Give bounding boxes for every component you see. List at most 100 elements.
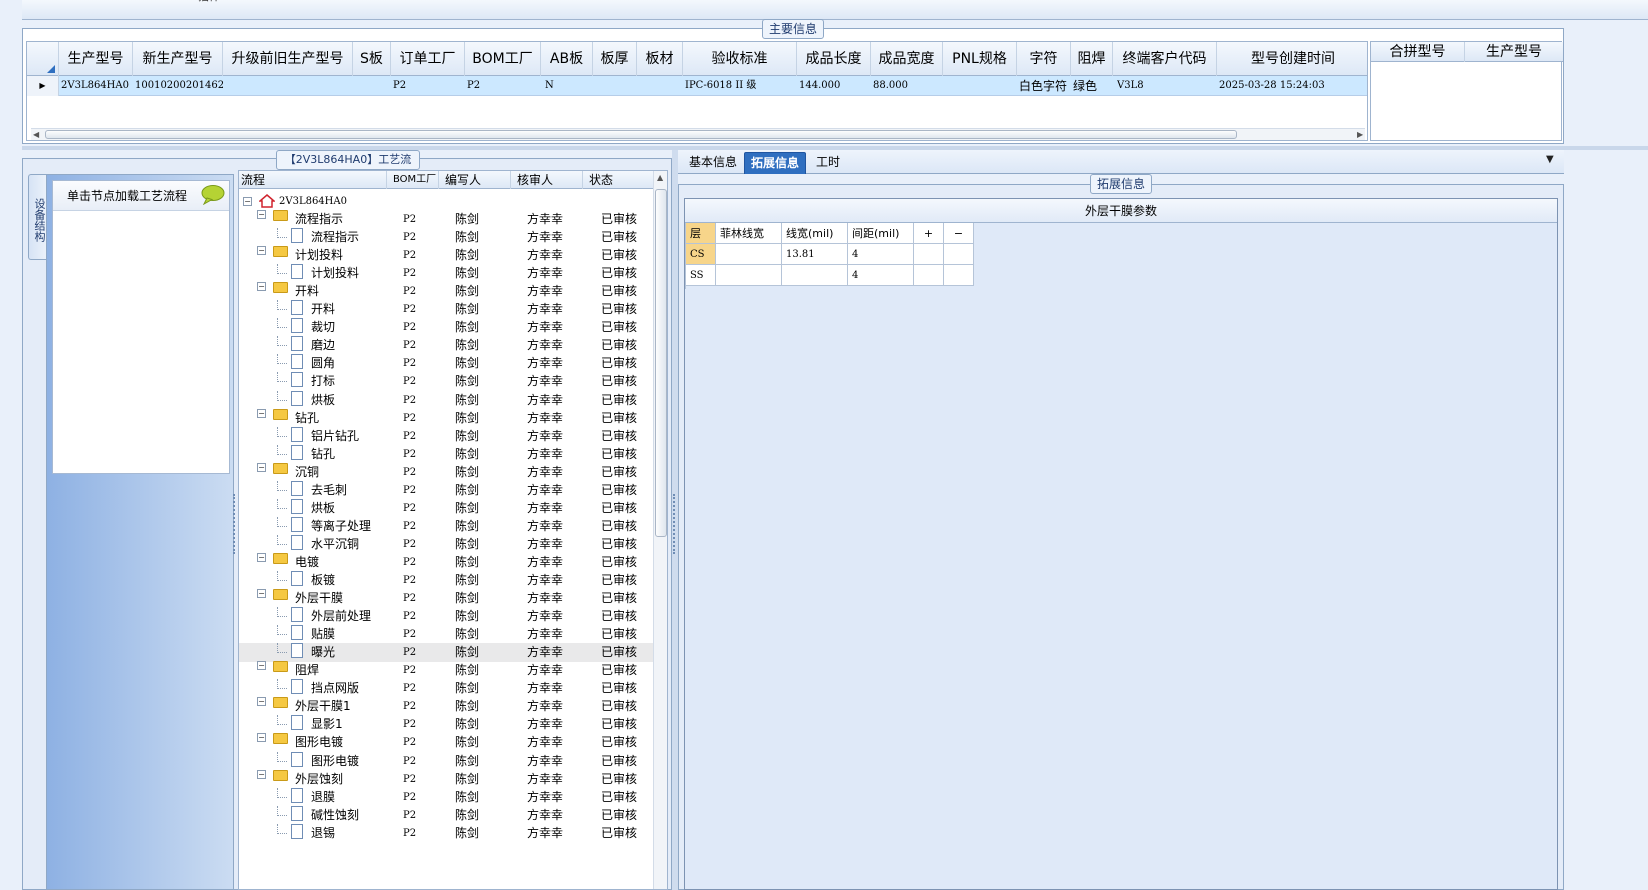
tree-node-row[interactable]: 曝光 P2 陈剑 方幸幸 已审核 [239,643,655,663]
collapse-icon[interactable]: − [257,246,266,256]
flow-tree-root[interactable]: − 2V3L864HA0 [239,192,655,211]
tree-node-row[interactable]: 板镀 P2 陈剑 方幸幸 已审核 [239,571,655,590]
collapse-icon[interactable]: − [257,462,266,472]
collapse-icon[interactable]: − [243,197,252,206]
col-header-solder-mask[interactable]: 阻焊 [1071,42,1113,76]
cell-old-production-model[interactable] [225,76,353,96]
tree-folder-row[interactable]: − 外层干膜 P2 陈剑 方幸幸 已审核 [239,589,655,608]
col-header-acceptance-standard[interactable]: 验收标准 [683,42,797,76]
param-col-header[interactable]: 线宽(mil) [782,223,848,244]
col-header-new-production-model[interactable]: 新生产型号 [133,42,223,76]
flow-tree-vscroll-thumb[interactable] [655,189,667,537]
cell-solder-mask[interactable]: 绿色 [1073,76,1113,96]
tab-extended-info[interactable]: 拓展信息 [744,152,806,174]
cell-acceptance-standard[interactable]: IPC-6018 II 级 [685,76,797,96]
param-col-header[interactable]: 间距(mil) [848,223,914,244]
param-cell[interactable] [914,265,944,286]
tree-node-row[interactable]: 水平沉铜 P2 陈剑 方幸幸 已审核 [239,534,655,554]
tree-node-row[interactable]: 退膜 P2 陈剑 方幸幸 已审核 [239,787,655,807]
col-header-reviewer[interactable]: 核审人 [511,171,583,189]
tree-node-row[interactable]: 贴膜 P2 陈剑 方幸幸 已审核 [239,625,655,644]
param-cell[interactable] [716,265,782,286]
param-cell[interactable]: 4 [848,265,914,286]
tree-node-row[interactable]: 裁切 P2 陈剑 方幸幸 已审核 [239,318,655,337]
tab-work-hours[interactable]: 工时 [810,152,846,173]
cell-character[interactable]: 白色字符 [1019,76,1071,96]
col-header-ab-board[interactable]: AB板 [541,42,593,76]
cell-new-production-model[interactable]: 10010200201462 [135,76,223,96]
scroll-right-arrow-icon[interactable]: ▶ [1357,129,1363,140]
cell-pnl-spec[interactable] [945,76,1017,96]
cell-material[interactable] [639,76,683,96]
param-cell[interactable] [914,244,944,265]
cell-order-factory[interactable]: P2 [393,76,465,96]
side-tab-equipment-structure[interactable]: 设备结构 [28,174,48,260]
cell-production-model[interactable]: 2V3L864HA0 [61,76,133,96]
col-header-character[interactable]: 字符 [1017,42,1071,76]
scroll-left-arrow-icon[interactable]: ◀ [33,129,39,140]
tree-node-row[interactable]: 显影1 P2 陈剑 方幸幸 已审核 [239,715,655,734]
col-header-model-create-time[interactable]: 型号创建时间 [1217,42,1367,76]
col-header-pnl-spec[interactable]: PNL规格 [943,42,1017,76]
cell-product-length[interactable]: 144.000 [799,76,871,96]
tree-folder-row[interactable]: − 钻孔 P2 陈剑 方幸幸 已审核 [239,408,655,428]
col-header-product-width[interactable]: 成品宽度 [871,42,943,76]
cell-thickness[interactable] [595,76,637,96]
tree-node-row[interactable]: 等离子处理 P2 陈剑 方幸幸 已审核 [239,516,655,536]
col-header-product-length[interactable]: 成品长度 [797,42,871,76]
tree-node-row[interactable]: 去毛刺 P2 陈剑 方幸幸 已审核 [239,480,655,500]
collapse-icon[interactable]: − [257,408,266,418]
param-cell[interactable]: 4 [848,244,914,265]
tab-basic-info[interactable]: 基本信息 [682,152,744,173]
tree-node-row[interactable]: 钻孔 P2 陈剑 方幸幸 已审核 [239,444,655,464]
tree-folder-row[interactable]: − 图形电镀 P2 陈剑 方幸幸 已审核 [239,733,655,752]
tree-node-row[interactable]: 圆角 P2 陈剑 方幸幸 已审核 [239,354,655,373]
col-header-author[interactable]: 编写人 [439,171,511,189]
tree-node-row[interactable]: 流程指示 P2 陈剑 方幸幸 已审核 [239,228,655,247]
tree-folder-row[interactable]: − 计划投料 P2 陈剑 方幸幸 已审核 [239,246,655,265]
param-row-header[interactable]: CS [686,244,716,265]
main-grid-hscrollbar[interactable]: ◀ ▶ [31,128,1365,140]
col-header-flow-bom-factory[interactable]: BOM工厂 [387,171,439,189]
param-row-header[interactable]: SS [686,265,716,286]
tree-node-row[interactable]: 开料 P2 陈剑 方幸幸 已审核 [239,300,655,319]
col-header-merge-model[interactable]: 合拼型号 [1371,42,1465,62]
row-selector[interactable]: ▶ [27,76,59,96]
col-header-s-board[interactable]: S板 [353,42,391,76]
tree-folder-row[interactable]: − 开料 P2 陈剑 方幸幸 已审核 [239,282,655,301]
param-cell[interactable] [944,265,974,286]
left-splitter-grip[interactable] [233,494,237,554]
tree-node-row[interactable]: 碱性蚀刻 P2 陈剑 方幸幸 已审核 [239,805,655,825]
tree-folder-row[interactable]: − 外层蚀刻 P2 陈剑 方幸幸 已审核 [239,769,655,789]
collapse-icon[interactable]: − [257,661,266,671]
col-header-end-customer-code[interactable]: 终端客户代码 [1113,42,1217,76]
tree-node-row[interactable]: 外层前处理 P2 陈剑 方幸幸 已审核 [239,607,655,626]
col-header-material[interactable]: 板材 [637,42,683,76]
scroll-up-arrow-icon[interactable]: ▲ [657,173,663,182]
collapse-icon[interactable]: − [257,589,266,599]
param-col-header[interactable]: + [914,223,944,244]
param-cell[interactable] [782,265,848,286]
main-grid-hscroll-thumb[interactable] [45,130,1237,139]
dropdown-arrow-icon[interactable]: ▼ [1546,154,1554,165]
tree-folder-row[interactable]: − 阻焊 P2 陈剑 方幸幸 已审核 [239,661,655,680]
tree-node-row[interactable]: 计划投料 P2 陈剑 方幸幸 已审核 [239,264,655,283]
collapse-icon[interactable]: − [257,282,266,292]
tree-folder-row[interactable]: − 流程指示 P2 陈剑 方幸幸 已审核 [239,210,655,229]
tree-node-row[interactable]: 挡点网版 P2 陈剑 方幸幸 已审核 [239,679,655,698]
tree-node-row[interactable]: 烘板 P2 陈剑 方幸幸 已审核 [239,390,655,410]
tree-node-row[interactable]: 磨边 P2 陈剑 方幸幸 已审核 [239,336,655,355]
tree-node-row[interactable]: 图形电镀 P2 陈剑 方幸幸 已审核 [239,751,655,771]
col-header-order-factory[interactable]: 订单工厂 [391,42,465,76]
col-header-status[interactable]: 状态 [583,171,655,189]
col-header-old-production-model[interactable]: 升级前旧生产型号 [223,42,353,76]
cell-model-create-time[interactable]: 2025-03-28 15:24:03 [1219,76,1367,96]
cell-s-board[interactable] [355,76,391,96]
flow-tree-vscrollbar[interactable]: ▲ [653,171,667,889]
param-col-header[interactable]: − [944,223,974,244]
cell-end-customer-code[interactable]: V3L8 [1117,76,1217,96]
param-col-header[interactable]: 菲林线宽 [716,223,782,244]
collapse-icon[interactable]: − [257,769,266,779]
col-header-merge-production-model[interactable]: 生产型号 [1465,42,1563,62]
col-header-bom-factory[interactable]: BOM工厂 [465,42,541,76]
